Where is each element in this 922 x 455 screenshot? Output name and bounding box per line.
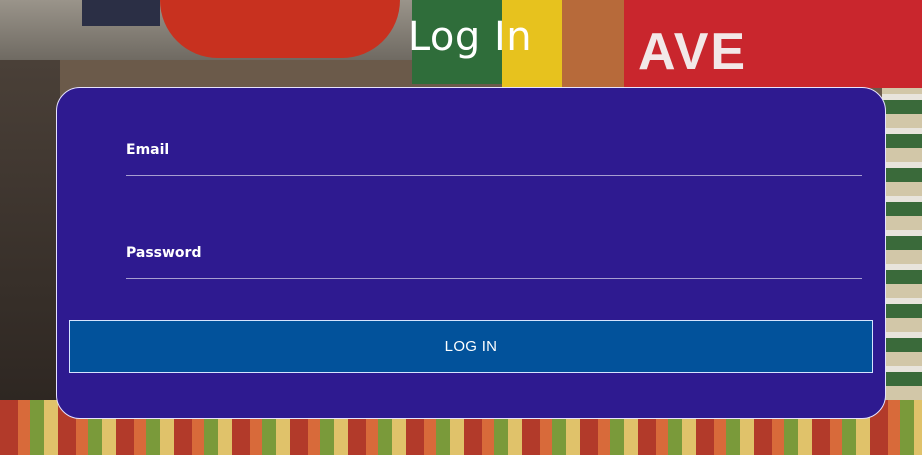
login-button[interactable]: LOG IN xyxy=(69,320,873,373)
password-field-group: Password xyxy=(126,245,862,279)
bg-shelf-left xyxy=(0,60,60,400)
bg-shelf-right xyxy=(882,60,922,400)
password-label: Password xyxy=(126,245,202,261)
login-card: Email Password LOG IN xyxy=(56,87,886,419)
page-title: Log In xyxy=(407,14,533,60)
email-field-group: Email xyxy=(126,142,862,176)
email-label: Email xyxy=(126,142,170,158)
password-input[interactable] xyxy=(126,263,862,279)
email-input[interactable] xyxy=(126,160,862,176)
